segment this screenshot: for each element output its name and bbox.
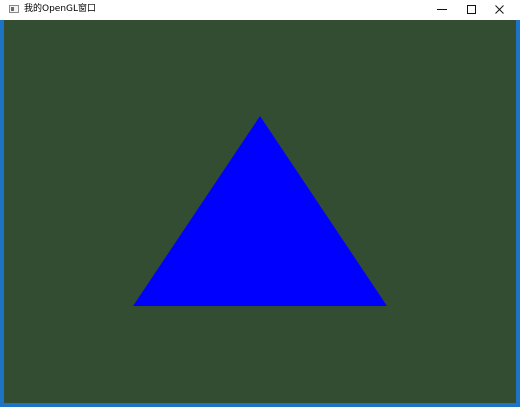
opengl-window: 我的OpenGL窗口 xyxy=(0,0,520,407)
app-icon[interactable] xyxy=(9,5,19,13)
window-title: 我的OpenGL窗口 xyxy=(24,4,97,14)
maximize-icon xyxy=(467,5,476,14)
minimize-button[interactable] xyxy=(427,0,457,20)
minimize-icon xyxy=(437,9,447,10)
close-button[interactable] xyxy=(485,0,515,20)
render-surface xyxy=(133,116,387,306)
title-bar[interactable]: 我的OpenGL窗口 xyxy=(0,0,520,20)
close-icon xyxy=(495,5,504,14)
opengl-viewport[interactable] xyxy=(4,20,516,403)
maximize-button[interactable] xyxy=(456,0,486,20)
blue-triangle xyxy=(133,116,387,306)
